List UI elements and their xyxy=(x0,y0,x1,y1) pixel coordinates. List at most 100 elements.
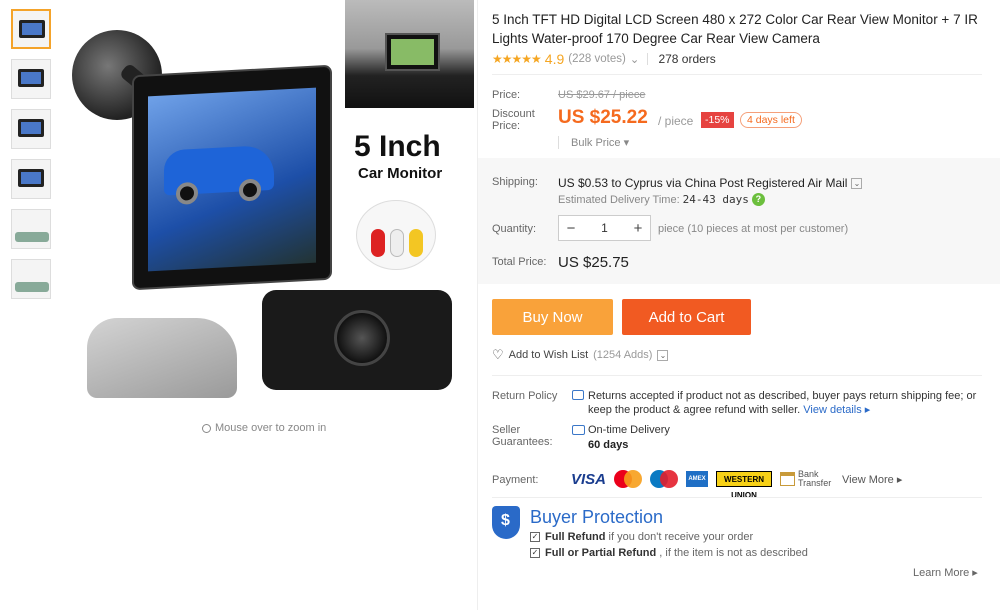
truck-icon xyxy=(572,425,585,435)
divider xyxy=(647,53,649,65)
protection-item-text: if you don't receive your order xyxy=(605,531,754,543)
view-details-link[interactable]: View details ▸ xyxy=(803,404,870,416)
thumbnail-strip xyxy=(11,9,54,309)
amex-icon: AMEX xyxy=(686,471,709,487)
protection-item-full-refund: ✓ Full Refund if you don't receive your … xyxy=(530,531,753,543)
protection-item-partial-refund: ✓ Full or Partial Refund , if the item i… xyxy=(530,547,808,559)
rating-value: 4.9 xyxy=(544,51,565,67)
discount-price-label: Discount Price: xyxy=(492,108,535,132)
plug-yellow xyxy=(409,229,423,257)
delivery-label: Estimated Delivery Time: xyxy=(558,193,680,206)
magnifier-icon xyxy=(202,423,211,433)
thumb-image xyxy=(19,20,45,38)
divider xyxy=(492,74,982,75)
total-price: US $25.75 xyxy=(558,254,629,271)
quantity-note: piece (10 pieces at most per customer) xyxy=(658,223,849,235)
discount-price: US $25.22 xyxy=(558,107,648,128)
delivery-guarantee-days: 60 days xyxy=(588,439,629,451)
days-left-badge: 4 days left xyxy=(740,112,802,128)
thumbnail-3[interactable] xyxy=(11,109,51,149)
payment-label: Payment: xyxy=(492,474,539,486)
thumb-image xyxy=(15,282,49,292)
return-policy-description: Returns accepted if product not as descr… xyxy=(588,390,977,416)
shield-icon xyxy=(492,506,520,539)
zoom-hint-text: Mouse over to zoom in xyxy=(215,422,327,434)
buy-now-button[interactable]: Buy Now xyxy=(492,299,613,335)
thumb-image xyxy=(18,69,44,87)
divider xyxy=(492,375,982,376)
visa-icon: VISA xyxy=(571,470,607,488)
add-to-cart-button[interactable]: Add to Cart xyxy=(622,299,751,335)
quantity-stepper: − 1 + xyxy=(558,215,651,241)
thumb-image xyxy=(18,119,44,137)
dashboard-photo xyxy=(345,0,474,108)
zoom-hint: Mouse over to zoom in xyxy=(202,422,326,434)
protection-item-text: , if the item is not as described xyxy=(656,547,808,559)
chevron-down-icon[interactable]: ⌄ xyxy=(657,349,669,361)
help-icon[interactable]: ? xyxy=(751,193,765,206)
main-product-image[interactable]: 5 Inch Car Monitor xyxy=(62,0,474,420)
shipping-value: US $0.53 to Cyprus via China Post Regist… xyxy=(558,176,848,190)
plug-white xyxy=(390,229,404,257)
monitor-image xyxy=(132,64,332,291)
heart-icon: ♡ xyxy=(492,347,504,362)
divider xyxy=(492,497,982,498)
mini-monitor xyxy=(385,33,440,71)
chevron-down-icon[interactable]: ⌄ xyxy=(851,177,863,189)
return-policy-text: Returns accepted if product not as descr… xyxy=(588,389,993,417)
quantity-input[interactable]: 1 xyxy=(583,221,626,235)
quantity-label: Quantity: xyxy=(492,223,537,235)
seller-guarantees-label: Seller Guarantees: xyxy=(492,424,553,448)
star-rating-icon: ★★★★★ xyxy=(492,52,542,66)
bank-icon xyxy=(780,472,796,486)
quantity-increase-button[interactable]: + xyxy=(626,220,650,237)
thumbnail-1[interactable] xyxy=(11,9,51,49)
total-price-label: Total Price: xyxy=(492,256,547,268)
buyer-protection-title: Buyer Protection xyxy=(530,507,664,527)
western-union-icon: WESTERN UNION xyxy=(716,471,773,500)
protection-item-bold: Full Refund xyxy=(545,531,606,543)
thumbnail-4[interactable] xyxy=(11,159,51,199)
votes-link[interactable]: (228 votes) xyxy=(568,53,626,65)
learn-more-link[interactable]: Learn More ▸ xyxy=(913,566,978,579)
bank-transfer-label: Bank Transfer xyxy=(798,469,832,488)
rca-plugs-image xyxy=(356,200,436,270)
thumb-image xyxy=(15,232,49,242)
mastercard-icon xyxy=(614,470,643,488)
bank-transfer: Bank Transfer xyxy=(780,470,832,488)
wishlist-count: (1254 Adds) xyxy=(593,349,653,361)
plug-red xyxy=(371,229,385,257)
rating-row: ★★★★★ 4.9 (228 votes) ⌄ 278 orders xyxy=(492,51,716,67)
image-label-size: 5 Inch xyxy=(354,130,441,163)
shipping-selector[interactable]: US $0.53 to Cyprus via China Post Regist… xyxy=(558,176,863,190)
view-more-payments-link[interactable]: View More ▸ xyxy=(842,473,902,486)
thumbnail-5[interactable] xyxy=(11,209,51,249)
quantity-decrease-button[interactable]: − xyxy=(559,220,583,237)
bulk-price-toggle[interactable]: Bulk Price ▾ xyxy=(558,136,629,149)
return-policy-icon xyxy=(572,390,584,400)
wishlist-row[interactable]: ♡ Add to Wish List (1254 Adds) ⌄ xyxy=(492,347,669,363)
discount-badge: -15% xyxy=(701,112,734,128)
wishlist-link[interactable]: Add to Wish List xyxy=(509,349,588,361)
thumbnail-6[interactable] xyxy=(11,259,51,299)
maestro-icon xyxy=(650,470,679,488)
car-diagram-image xyxy=(87,318,237,398)
payment-methods: VISA AMEX WESTERN UNION Bank Transfer Vi… xyxy=(571,470,902,501)
product-title: 5 Inch TFT HD Digital LCD Screen 480 x 2… xyxy=(492,12,978,46)
on-time-delivery: On-time Delivery xyxy=(588,424,670,436)
protection-item-bold: Full or Partial Refund xyxy=(545,547,657,559)
chevron-down-icon[interactable]: ⌄ xyxy=(630,52,640,66)
original-price: US $29.67 / piece xyxy=(558,89,646,101)
check-icon: ✓ xyxy=(530,532,540,542)
image-label-product: Car Monitor xyxy=(358,165,443,182)
price-label: Price: xyxy=(492,89,521,101)
thumb-image xyxy=(18,169,44,187)
product-info: 5 Inch TFT HD Digital LCD Screen 480 x 2… xyxy=(477,0,1000,610)
rear-camera-image xyxy=(262,290,452,390)
delivery-days: 24-43 days xyxy=(682,193,749,206)
orders-count: 278 orders xyxy=(658,52,716,66)
camera-lens xyxy=(334,310,390,366)
thumbnail-2[interactable] xyxy=(11,59,51,99)
per-unit: / piece xyxy=(658,114,694,128)
check-icon: ✓ xyxy=(530,548,540,558)
